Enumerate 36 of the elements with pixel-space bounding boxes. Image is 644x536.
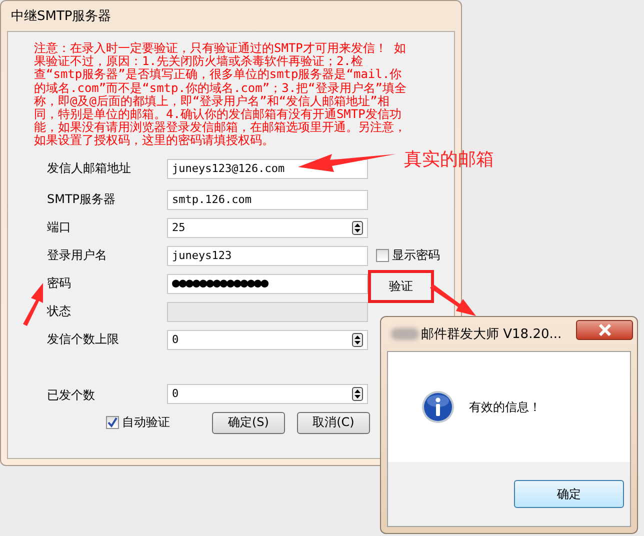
password-field[interactable]: ●●●●●●●●●●●●●● [167,274,368,294]
window-title: 中继SMTP服务器 [10,8,112,26]
arrow-drawing [23,283,43,326]
field-label: 密码 [47,275,71,292]
spin-icon[interactable] [352,220,363,235]
checkbox-label: 自动验证 [122,414,170,432]
dialog-message: 有效的信息！ [469,398,541,416]
field-label: SMTP服务器 [47,191,116,208]
field-label: 状态 [47,303,71,320]
ok-button[interactable]: 确定(S) [212,412,285,434]
arrow-drawing [430,284,476,316]
input-field[interactable]: juneys123 [167,246,368,266]
spin-field[interactable]: 0 [167,330,368,350]
dialog-title: 邮件群发大师 V18.20... [421,326,562,343]
notice-text: 注意：在录入时一定要验证，只有验证通过的SMTP才可用来发信！ 如果验证不过，原因：1.先关闭防火墙或杀毒软件再验证；2.检查“smtp服务器”是否填写正确，很多单位的smtp服务器是“mail.你的域名.com”而不是“smtp.你的域名.com”；3.把“登录用户名”填全称，即@及@后面的都填上，即“登录用户名”和“发信人邮箱地址”相同，特别是单位的邮箱。4.确认你的发信邮箱有没有开通SMTP发信功能，如果没有请用浏览器登录发信邮箱，在邮箱选项里开通。另注意，如果设置了授权码，这里的密码请填授权码。 [34,42,408,148]
field-label: 发信人邮箱地址 [47,160,131,178]
checkbox-label: 显示密码 [392,247,440,264]
field-label: 端口 [47,219,71,236]
input-field[interactable]: smtp.126.com [167,190,368,210]
field-label: 发信个数上限 [47,331,119,348]
spin-field[interactable]: 25 [167,218,368,238]
blurred-icon [391,328,419,340]
field-label: 已发个数 [47,386,95,404]
info-icon [421,390,455,424]
close-button[interactable] [576,320,633,340]
cancel-button[interactable]: 取消(C) [297,412,370,434]
close-icon [596,324,612,336]
field-label: 登录用户名 [47,247,107,264]
spin-icon[interactable] [352,332,363,347]
checkbox[interactable] [106,416,119,430]
ok-button[interactable]: 确定 [514,480,624,508]
verify-button[interactable]: 验证 [383,276,419,298]
spin-field[interactable]: 0 [167,384,368,404]
checkbox[interactable] [376,249,389,262]
annotation-text: 真实的邮箱 [404,148,494,171]
spin-icon[interactable] [352,386,363,401]
